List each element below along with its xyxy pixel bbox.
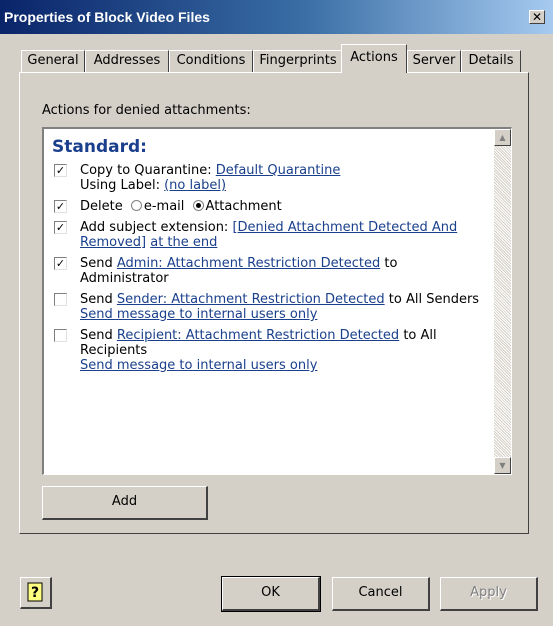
delete-checkbox[interactable]: ✓ — [54, 200, 67, 213]
admin-message-link[interactable]: Admin: Attachment Restriction Detected — [117, 256, 380, 271]
list-item-delete: ✓ Delete e-mail Attachment — [54, 199, 282, 214]
attachment-radio[interactable] — [192, 200, 204, 211]
actions-list: Standard: ✓ Copy to Quarantine: Default … — [52, 137, 488, 379]
tab-general[interactable]: General — [21, 50, 85, 72]
list-item-admin: ✓ Send Admin: Attachment Restriction Det… — [54, 256, 398, 286]
actions-caption: Actions for denied attachments: — [42, 103, 251, 118]
arrow-down-icon: ▼ — [499, 461, 506, 470]
actions-listbox[interactable]: Standard: ✓ Copy to Quarantine: Default … — [42, 127, 512, 475]
email-radio[interactable] — [130, 200, 142, 211]
recipient-message-link[interactable]: Recipient: Attachment Restriction Detect… — [117, 328, 399, 343]
help-icon: ? — [27, 582, 42, 602]
apply-button[interactable]: Apply — [440, 577, 538, 611]
ok-button[interactable]: OK — [221, 576, 321, 612]
close-icon: ✕ — [531, 10, 543, 24]
recipient-checkbox[interactable] — [54, 329, 67, 342]
email-radio-label: e-mail — [143, 199, 185, 214]
list-item-subject: ✓ Add subject extension: [Denied Attachm… — [54, 220, 458, 250]
sender-message-link[interactable]: Sender: Attachment Restriction Detected — [117, 292, 385, 307]
tab-server[interactable]: Server — [407, 50, 461, 72]
scroll-down-button[interactable]: ▼ — [494, 457, 511, 474]
tab-details[interactable]: Details — [461, 50, 521, 72]
arrow-up-icon: ▲ — [499, 133, 506, 142]
cancel-button[interactable]: Cancel — [332, 577, 430, 611]
sender-checkbox[interactable] — [54, 293, 67, 306]
tab-addresses[interactable]: Addresses — [85, 50, 169, 72]
attachment-radio-label: Attachment — [205, 199, 282, 214]
tab-conditions[interactable]: Conditions — [169, 50, 253, 72]
help-button[interactable]: ? — [20, 577, 52, 609]
window-title: Properties of Block Video Files — [4, 9, 210, 25]
title-bar: Properties of Block Video Files ✕ — [0, 0, 553, 34]
scroll-up-button[interactable]: ▲ — [494, 129, 511, 146]
recipient-internal-only-link[interactable]: Send message to internal users only — [80, 358, 317, 373]
list-item-quarantine: ✓ Copy to Quarantine: Default Quarantine… — [54, 163, 341, 193]
label-link[interactable]: (no label) — [164, 178, 226, 193]
at-the-end-link[interactable]: at the end — [150, 235, 217, 250]
quarantine-checkbox[interactable]: ✓ — [54, 164, 67, 177]
subject-checkbox[interactable]: ✓ — [54, 221, 67, 234]
vertical-scrollbar[interactable]: ▲ ▼ — [494, 129, 511, 474]
list-item-sender: Send Sender: Attachment Restriction Dete… — [52, 292, 488, 322]
tab-actions[interactable]: Actions — [341, 44, 407, 73]
add-button[interactable]: Add — [42, 486, 208, 520]
quarantine-link[interactable]: Default Quarantine — [216, 163, 341, 178]
list-item-recipient: Send Recipient: Attachment Restriction D… — [52, 328, 488, 373]
admin-checkbox[interactable]: ✓ — [54, 257, 67, 270]
standard-heading: Standard: — [52, 137, 147, 157]
close-button[interactable]: ✕ — [529, 10, 545, 24]
svg-text:?: ? — [30, 585, 38, 601]
sender-internal-only-link[interactable]: Send message to internal users only — [80, 307, 317, 322]
tab-fingerprints[interactable]: Fingerprints — [253, 50, 343, 72]
